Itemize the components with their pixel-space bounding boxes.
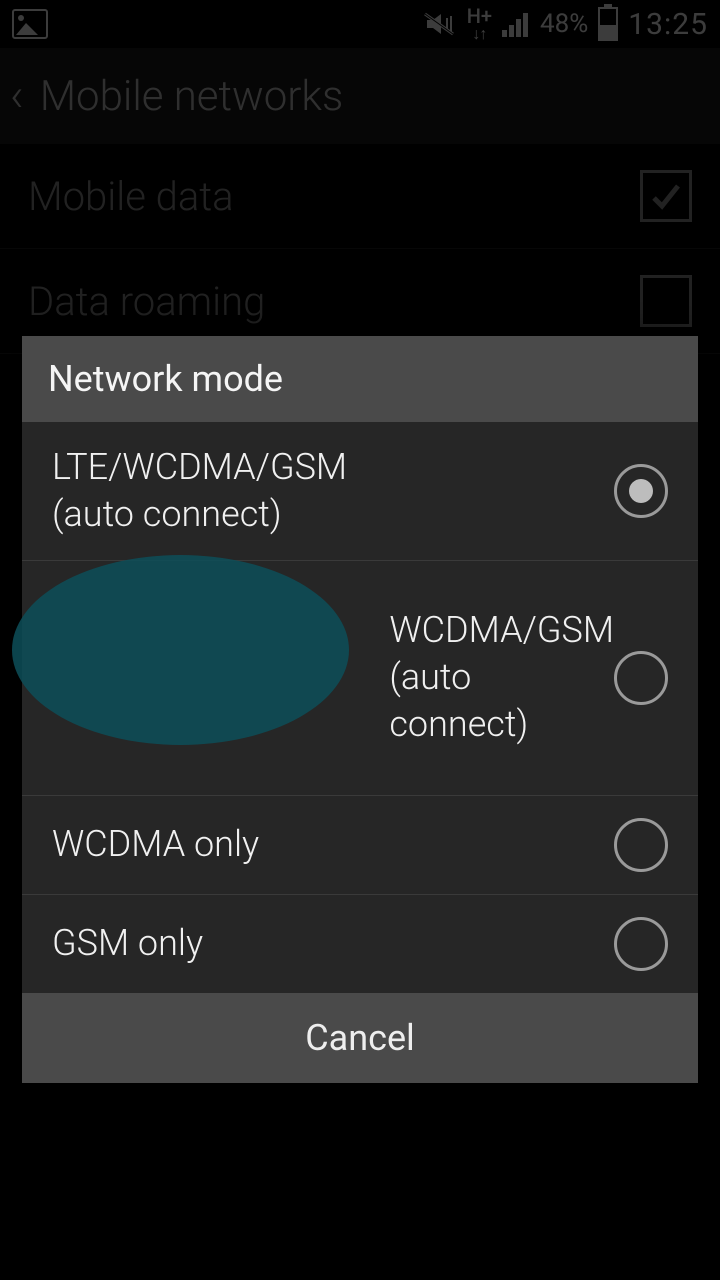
radio-icon — [614, 651, 668, 705]
radio-icon — [614, 917, 668, 971]
radio-icon — [614, 818, 668, 872]
highlight-ellipse — [12, 555, 349, 745]
network-mode-dialog: Network mode LTE/WCDMA/GSM (auto connect… — [22, 336, 698, 1083]
option-label: WCDMA only — [52, 821, 259, 868]
radio-icon — [614, 464, 668, 518]
dialog-title: Network mode — [22, 336, 698, 422]
dialog-options: LTE/WCDMA/GSM (auto connect) WCDMA/GSM (… — [22, 422, 698, 993]
option-wcdma-gsm[interactable]: WCDMA/GSM (auto connect) — [22, 560, 698, 795]
option-lte-wcdma-gsm[interactable]: LTE/WCDMA/GSM (auto connect) — [22, 422, 698, 560]
option-label: GSM only — [52, 920, 203, 967]
option-wcdma-only[interactable]: WCDMA only — [22, 795, 698, 894]
cancel-button[interactable]: Cancel — [22, 993, 698, 1083]
option-label: LTE/WCDMA/GSM (auto connect) — [52, 444, 347, 538]
option-gsm-only[interactable]: GSM only — [22, 894, 698, 993]
option-label: WCDMA/GSM (auto connect) — [389, 607, 614, 747]
